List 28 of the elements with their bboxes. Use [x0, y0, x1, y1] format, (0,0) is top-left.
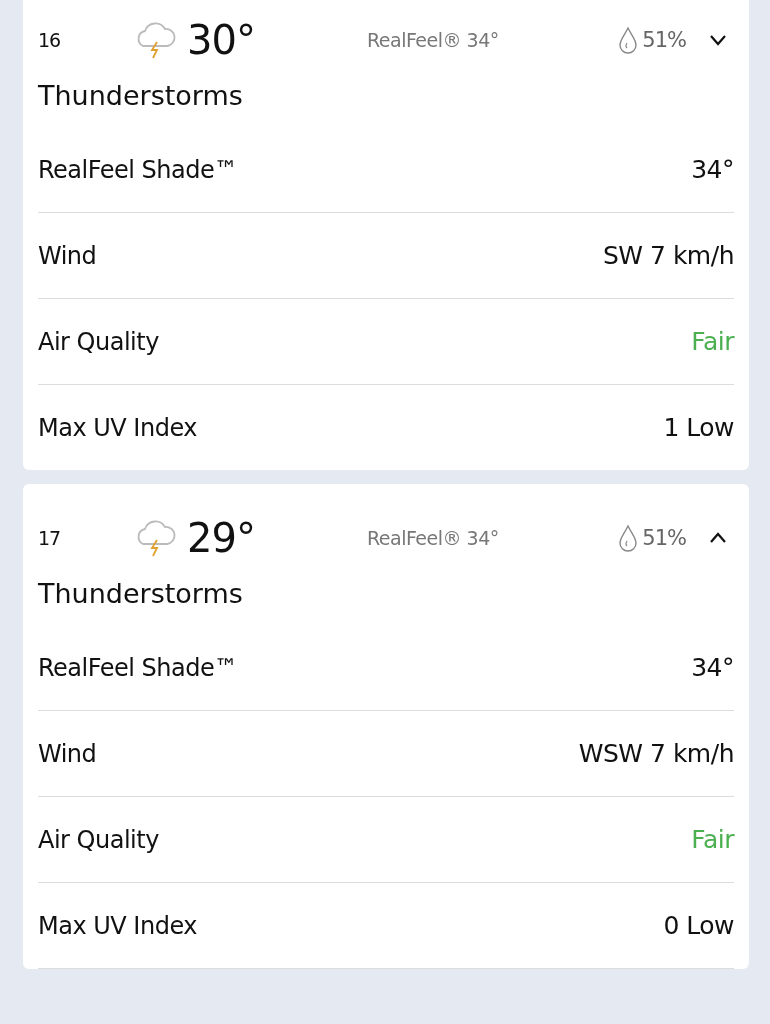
detail-label: Max UV Index [38, 911, 197, 940]
realfeel-text: RealFeel® 34° [367, 29, 500, 51]
detail-label: Max UV Index [38, 413, 197, 442]
detail-label: RealFeel Shade™ [38, 653, 238, 682]
detail-label: Wind [38, 241, 97, 270]
precipitation-chance: 51% [642, 526, 686, 550]
detail-value: Fair [691, 327, 734, 356]
condition-text: Thunderstorms [38, 79, 244, 113]
detail-value: SW 7 km/h [603, 241, 734, 270]
temperature: 30° [187, 17, 256, 63]
raindrop-icon [618, 524, 639, 552]
condition-text: Thunderstorms [38, 577, 244, 611]
raindrop-icon [618, 26, 639, 54]
detail-label: RealFeel Shade™ [38, 155, 238, 184]
precipitation-chance: 51% [642, 28, 686, 52]
detail-value: WSW 7 km/h [578, 739, 734, 768]
detail-label: Wind [38, 739, 97, 768]
detail-value: 34° [691, 155, 734, 184]
detail-label: Air Quality [38, 327, 159, 356]
detail-value: 1 Low [663, 413, 734, 442]
hour-label: 17 [38, 527, 62, 549]
detail-value: 0 Low [663, 911, 734, 940]
detail-value: 34° [691, 653, 734, 682]
realfeel-text: RealFeel® 34° [367, 527, 500, 549]
detail-value: Fair [691, 825, 734, 854]
hour-label: 16 [38, 29, 62, 51]
temperature: 29° [187, 515, 256, 561]
detail-label: Air Quality [38, 825, 159, 854]
